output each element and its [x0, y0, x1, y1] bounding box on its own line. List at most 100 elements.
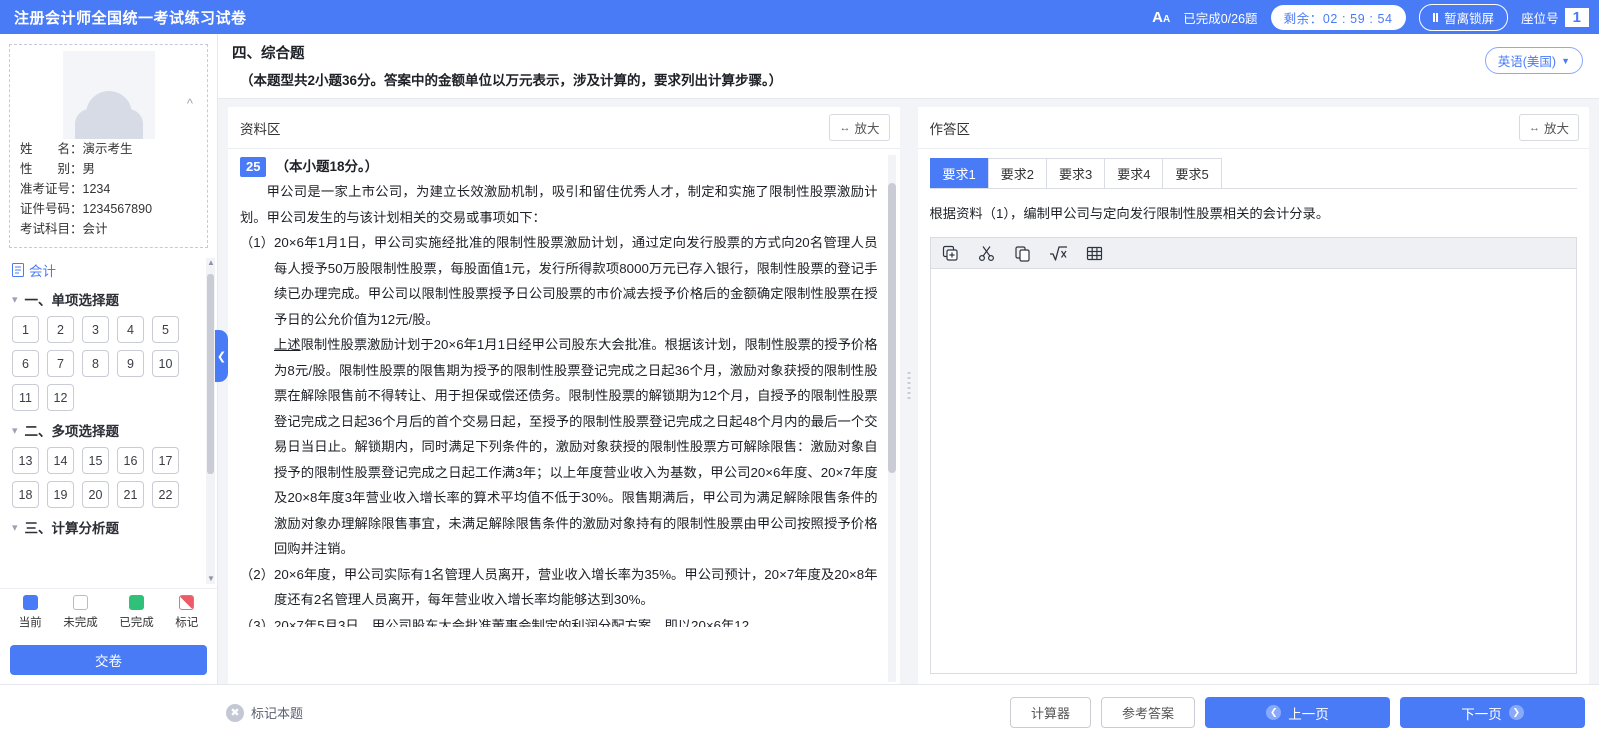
- chevron-down-icon: ▾: [12, 521, 18, 534]
- material-pane-title: 资料区: [240, 121, 281, 137]
- scroll-down-icon[interactable]: ▼: [207, 574, 215, 584]
- material-zoom-button[interactable]: ↔ 放大: [829, 114, 890, 141]
- question-header-row: 25 （本小题18分。）: [240, 157, 878, 177]
- app-body: ^ 姓 名： 演示考生 性 别： 男 准考证号： 1234 证件号码： 1234…: [0, 34, 1599, 684]
- candidate-label: 准考证号：: [20, 182, 83, 196]
- question-button[interactable]: 21: [117, 481, 144, 508]
- question-button[interactable]: 15: [82, 447, 109, 474]
- tab-requirement-3[interactable]: 要求3: [1045, 158, 1106, 188]
- question-button[interactable]: 18: [12, 481, 39, 508]
- tab-requirement-1[interactable]: 要求1: [929, 158, 989, 188]
- sidebar-scrollbar[interactable]: ▲ ▼: [206, 258, 215, 584]
- question-button[interactable]: 1: [12, 316, 39, 343]
- subject-row: 会计: [12, 260, 208, 280]
- material-item: （2） 20×6年度，甲公司实际有1名管理人员离开，营业收入增长率为35%。甲公…: [240, 562, 878, 613]
- material-body: 25 （本小题18分。） 甲公司是一家上市公司，为建立长效激励机制，吸引和留住优…: [228, 149, 900, 684]
- question-button[interactable]: 17: [152, 447, 179, 474]
- question-button[interactable]: 10: [152, 350, 179, 377]
- pause-icon: [1432, 12, 1439, 22]
- answer-key-button[interactable]: 参考答案: [1100, 697, 1195, 728]
- calculator-button[interactable]: 计算器: [1009, 697, 1091, 728]
- question-grid-multi-choice: 13 14 15 16 17 18 19 20 21 22: [12, 447, 208, 508]
- formula-icon[interactable]: [1049, 243, 1069, 263]
- chevron-up-icon[interactable]: ^: [187, 97, 193, 110]
- sidebar-section-calculation[interactable]: ▾ 三、计算分析题: [12, 517, 208, 537]
- sidebar-section-single-choice[interactable]: ▾ 一、单项选择题: [12, 289, 208, 309]
- answer-zoom-label: 放大: [1543, 122, 1569, 136]
- question-button[interactable]: 20: [82, 481, 109, 508]
- question-button[interactable]: 9: [117, 350, 144, 377]
- candidate-value: 会计: [82, 222, 108, 236]
- material-item-mark: （1）: [240, 235, 274, 250]
- scrollbar-thumb[interactable]: [887, 183, 896, 473]
- material-zoom-label: 放大: [854, 122, 880, 136]
- font-size-icon[interactable]: AA: [1152, 10, 1170, 25]
- bottom-right-actions: 计算器 参考答案 ❮ 上一页 下一页 ❯: [1009, 697, 1585, 728]
- previous-page-label: 上一页: [1288, 706, 1329, 722]
- flag-question-button[interactable]: ✖ 标记本题: [226, 703, 303, 722]
- question-button[interactable]: 22: [152, 481, 179, 508]
- seat-number: 1: [1564, 7, 1589, 27]
- candidate-row: 姓 名： 演示考生: [20, 139, 197, 159]
- app-header: 注册会计师全国统一考试练习试卷 AA 已完成0/26题 剩余：02 : 59 :…: [0, 0, 1599, 34]
- question-button[interactable]: 12: [47, 384, 74, 411]
- completed-count: 已完成0/26题: [1183, 11, 1258, 26]
- candidate-label: 性 别：: [20, 162, 83, 176]
- question-number-badge: 25: [240, 157, 267, 177]
- tab-requirement-4[interactable]: 要求4: [1104, 158, 1164, 188]
- cut-icon[interactable]: [977, 243, 997, 263]
- answer-pane: 作答区 ↔ 放大 要求1 要求2 要求3 要求4 要求5 根据资料（1），编制甲…: [917, 107, 1589, 684]
- section-title: 一、单项选择题: [24, 293, 120, 308]
- question-button[interactable]: 8: [82, 350, 109, 377]
- material-item-mark: （2）: [240, 566, 274, 582]
- candidate-label: 证件号码：: [20, 202, 83, 216]
- submit-exam-button[interactable]: 交卷: [10, 645, 207, 675]
- question-button[interactable]: 4: [117, 316, 144, 343]
- seat-info: 座位号 1: [1521, 7, 1589, 27]
- material-item-clipped: （3） 20×7年5月3日，甲公司股东大会批准董事会制定的利润分配方案，即以20…: [240, 613, 878, 627]
- copy-icon[interactable]: [1013, 243, 1033, 263]
- question-button[interactable]: 6: [12, 350, 39, 377]
- question-button[interactable]: 5: [152, 316, 179, 343]
- requirement-text: 根据资料（1），编制甲公司与定向发行限制性股票相关的会计分录。: [929, 206, 1330, 221]
- lock-screen-button[interactable]: 暂离锁屏: [1418, 3, 1509, 31]
- answer-textarea[interactable]: [930, 269, 1576, 673]
- paste-icon[interactable]: [941, 243, 961, 263]
- pane-resize-handle[interactable]: [899, 107, 918, 684]
- sidebar-section-multi-choice[interactable]: ▾ 二、多项选择题: [12, 420, 208, 440]
- flag-question-label: 标记本题: [251, 706, 304, 721]
- material-item-mark-empty: [240, 332, 274, 562]
- seat-label: 座位号: [1521, 11, 1559, 26]
- question-button[interactable]: 7: [47, 350, 74, 377]
- scrollbar-thumb[interactable]: [207, 274, 214, 474]
- material-item-mark: （3）: [240, 617, 274, 627]
- question-navigator[interactable]: 会计 ▾ 一、单项选择题 1 2 3 4 5 6 7 8 9 10 11 12: [0, 254, 217, 588]
- material-pane-header: 资料区 ↔ 放大: [228, 107, 900, 149]
- bottom-action-bar: ✖ 标记本题 计算器 参考答案 ❮ 上一页 下一页 ❯: [0, 684, 1599, 740]
- tab-requirement-5[interactable]: 要求5: [1162, 158, 1222, 188]
- legend-label: 当前: [18, 617, 42, 629]
- material-pane: 资料区 ↔ 放大 25 （本小题18分。） 甲公司是一家上市公司，为建立长效激励…: [228, 107, 900, 684]
- table-icon[interactable]: [1085, 243, 1105, 263]
- language-selector[interactable]: 英语(美国) ▼: [1484, 47, 1583, 74]
- question-button[interactable]: 19: [47, 481, 74, 508]
- question-button[interactable]: 14: [47, 447, 74, 474]
- question-button[interactable]: 16: [117, 447, 144, 474]
- question-score-note: （本小题18分。）: [275, 159, 379, 174]
- material-item-text: 20×6年度，甲公司实际有1名管理人员离开，营业收入增长率为35%。甲公司预计，…: [274, 566, 878, 608]
- question-button[interactable]: 3: [82, 316, 109, 343]
- chevron-left-icon: ❮: [1266, 705, 1282, 720]
- sidebar-collapse-handle[interactable]: ❮: [215, 330, 228, 382]
- chevron-down-icon: ▾: [12, 424, 18, 437]
- answer-zoom-button[interactable]: ↔ 放大: [1518, 114, 1579, 141]
- question-button[interactable]: 13: [12, 447, 39, 474]
- next-page-button[interactable]: 下一页 ❯: [1400, 697, 1585, 728]
- question-button[interactable]: 11: [12, 384, 39, 411]
- previous-page-button[interactable]: ❮ 上一页: [1205, 697, 1390, 728]
- tab-requirement-2[interactable]: 要求2: [987, 158, 1047, 188]
- scroll-up-icon[interactable]: ▲: [207, 258, 215, 268]
- chevron-right-icon: ❯: [1508, 705, 1524, 720]
- submit-area: 交卷: [0, 637, 217, 684]
- question-button[interactable]: 2: [47, 316, 74, 343]
- material-scrollbar[interactable]: [887, 155, 896, 682]
